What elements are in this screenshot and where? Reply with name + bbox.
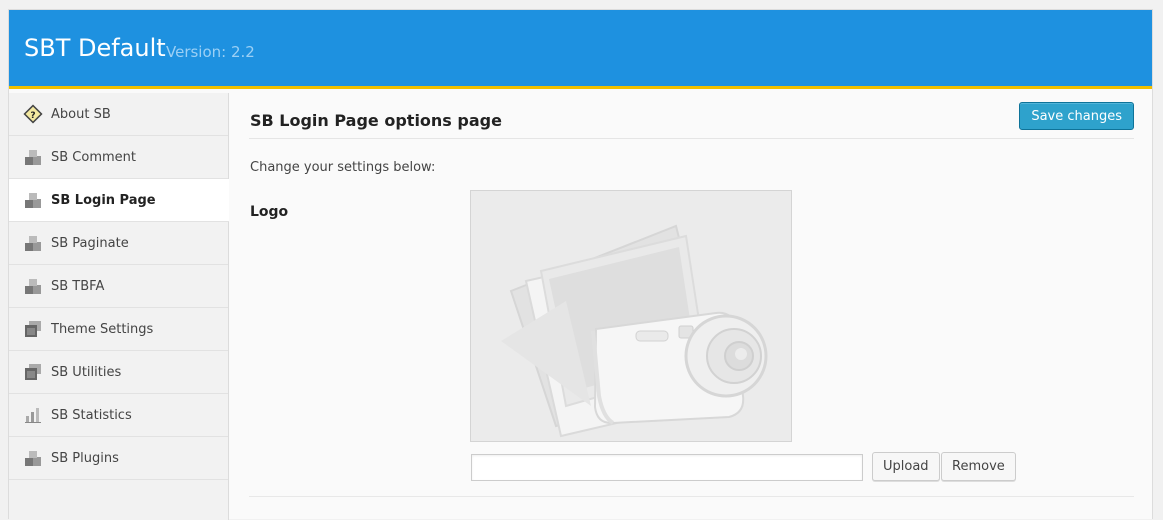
- heading-divider: [249, 138, 1134, 139]
- page-subtitle: Change your settings below:: [250, 160, 436, 175]
- plugin-blocks-icon: [23, 233, 43, 253]
- sidebar-item-label: Theme Settings: [51, 321, 154, 337]
- logo-field-label: Logo: [250, 204, 289, 220]
- plugin-blocks-icon: [23, 276, 43, 296]
- sidebar-item-sb-login-page[interactable]: SB Login Page: [9, 179, 229, 222]
- logo-url-input[interactable]: [471, 454, 863, 481]
- theme-windows-icon: [23, 362, 43, 382]
- sidebar-item-about-sb[interactable]: ? About SB: [9, 93, 228, 136]
- plugin-blocks-icon: [23, 448, 43, 468]
- plugin-blocks-icon: [23, 190, 43, 210]
- save-changes-button[interactable]: Save changes: [1019, 102, 1134, 130]
- sidebar-item-label: SB Login Page: [51, 192, 156, 208]
- camera-photos-placeholder-icon: [501, 224, 768, 438]
- diamond-info-icon: ?: [23, 104, 43, 124]
- sidebar-item-label: About SB: [51, 106, 111, 122]
- app-title: SBT Default: [24, 34, 166, 62]
- section-divider: [249, 496, 1134, 497]
- svg-text:?: ?: [30, 111, 35, 121]
- logo-preview: [470, 190, 792, 442]
- sidebar-item-sb-statistics[interactable]: SB Statistics: [9, 394, 228, 437]
- sidebar: ? About SB SB Comment SB Login Page SB P…: [9, 93, 229, 520]
- sidebar-item-label: SB TBFA: [51, 278, 105, 294]
- plugin-blocks-icon: [23, 147, 43, 167]
- options-panel: SBT Default Version: 2.2 ? About SB SB C…: [8, 9, 1154, 520]
- page-title: SB Login Page options page: [250, 111, 502, 130]
- sidebar-item-sb-plugins[interactable]: SB Plugins: [9, 437, 228, 480]
- sidebar-item-sb-tbfa[interactable]: SB TBFA: [9, 265, 228, 308]
- main-content: SB Login Page options page Save changes …: [229, 93, 1154, 520]
- header-bar: SBT Default Version: 2.2: [9, 10, 1152, 89]
- sidebar-item-theme-settings[interactable]: Theme Settings: [9, 308, 228, 351]
- bar-chart-icon: [23, 405, 43, 425]
- sidebar-item-label: SB Plugins: [51, 450, 119, 466]
- theme-windows-icon: [23, 319, 43, 339]
- sidebar-item-label: SB Statistics: [51, 407, 132, 423]
- sidebar-item-sb-utilities[interactable]: SB Utilities: [9, 351, 228, 394]
- sidebar-item-sb-comment[interactable]: SB Comment: [9, 136, 228, 179]
- sidebar-item-sb-paginate[interactable]: SB Paginate: [9, 222, 228, 265]
- app-version: Version: 2.2: [166, 43, 255, 61]
- remove-button[interactable]: Remove: [941, 452, 1016, 481]
- sidebar-item-label: SB Comment: [51, 149, 136, 165]
- upload-button[interactable]: Upload: [872, 452, 940, 481]
- sidebar-item-label: SB Paginate: [51, 235, 129, 251]
- sidebar-item-label: SB Utilities: [51, 364, 122, 380]
